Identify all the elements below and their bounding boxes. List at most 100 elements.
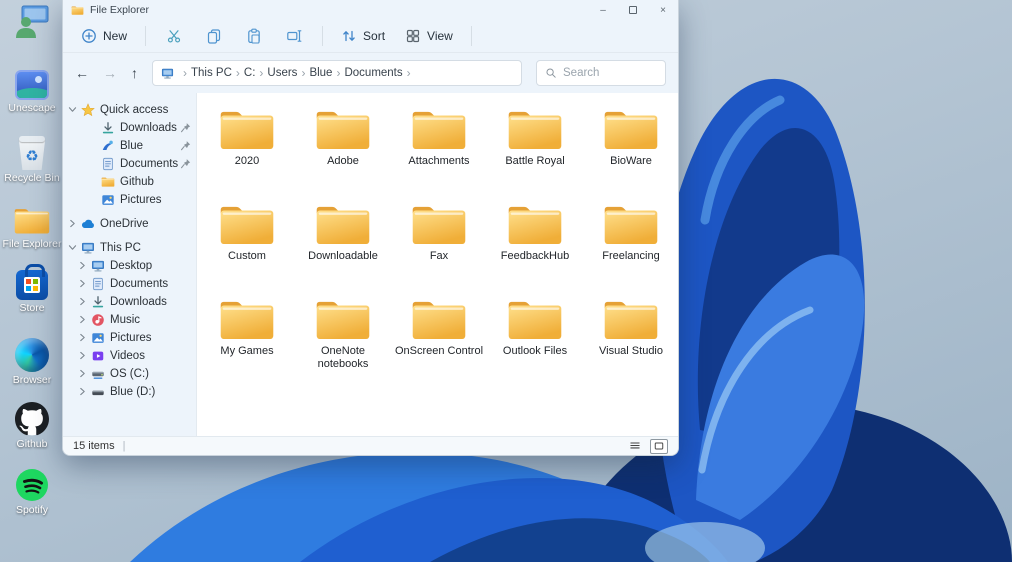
folder-tile-custom[interactable]: Custom <box>199 200 295 295</box>
address-bar[interactable]: › This PC › C: › Users › Blue › Documents › <box>152 60 522 86</box>
sidebar-item-pictures[interactable]: Pictures <box>63 191 196 209</box>
sidebar-item-label: Downloads <box>120 122 177 134</box>
folder-name: Attachments <box>408 155 470 167</box>
chevron-down-icon[interactable] <box>67 242 79 254</box>
search-input[interactable] <box>563 67 657 79</box>
store-icon <box>16 264 48 300</box>
folder-name: Visual Studio <box>598 345 663 357</box>
folder-icon <box>506 107 564 153</box>
desktop-icon-file-explorer[interactable]: File Explorer <box>0 206 64 251</box>
folder-tile-downloadable[interactable]: Downloadable <box>295 200 391 295</box>
folder-tile-outlook-files[interactable]: Outlook Files <box>487 295 583 390</box>
breadcrumb-item-users[interactable]: Users <box>267 67 297 79</box>
breadcrumb-separator: › <box>301 66 306 80</box>
view-button[interactable]: View <box>397 24 461 48</box>
sidebar-item-videos[interactable]: Videos <box>63 347 196 365</box>
folder-tile-onenote-notebooks[interactable]: OneNote notebooks <box>295 295 391 390</box>
folder-tile-2020[interactable]: 2020 <box>199 105 295 200</box>
desktop-icon-label: Github <box>16 438 48 450</box>
chevron-right-icon[interactable] <box>77 314 89 326</box>
desktop-icon-spotify[interactable]: Spotify <box>0 468 64 517</box>
folder-icon <box>506 297 564 343</box>
recycle-bin-icon: ♻ <box>17 136 47 170</box>
sort-button[interactable]: Sort <box>333 24 393 48</box>
sidebar: Quick access Downloads Blue Documents Github… <box>63 93 196 436</box>
view-grid-icon <box>406 29 420 43</box>
folder-icon <box>314 107 372 153</box>
sidebar-item-desktop[interactable]: Desktop <box>63 257 196 275</box>
folder-tile-feedbackhub[interactable]: FeedbackHub <box>487 200 583 295</box>
large-icons-view-button[interactable] <box>650 438 668 454</box>
sidebar-item-blue-d[interactable]: Blue (D:) <box>63 383 196 401</box>
folder-tile-fax[interactable]: Fax <box>391 200 487 295</box>
desktop-icon-label: Store <box>19 302 45 314</box>
details-view-button[interactable] <box>626 439 644 454</box>
folder-tile-visual-studio[interactable]: Visual Studio <box>583 295 678 390</box>
sidebar-item-downloads[interactable]: Downloads <box>63 119 196 137</box>
desktop-icon-store[interactable]: Store <box>0 264 64 315</box>
sidebar-item-label: OneDrive <box>100 218 149 230</box>
folder-icon <box>410 202 468 248</box>
monitor-icon <box>91 259 105 273</box>
folder-tile-my-games[interactable]: My Games <box>199 295 295 390</box>
up-button[interactable]: ↑ <box>131 65 138 81</box>
new-button[interactable]: New <box>73 24 135 48</box>
sidebar-item-quick-access[interactable]: Quick access <box>63 101 196 119</box>
chevron-right-icon[interactable] <box>67 218 79 230</box>
breadcrumb-item-documents[interactable]: Documents <box>344 67 402 79</box>
search-box[interactable] <box>536 60 666 86</box>
sidebar-item-label: Downloads <box>110 296 167 308</box>
chevron-right-icon[interactable] <box>77 332 89 344</box>
titlebar[interactable]: File Explorer – × <box>63 0 678 20</box>
sidebar-item-blue[interactable]: Blue <box>63 137 196 155</box>
folder-icon <box>410 107 468 153</box>
chevron-right-icon[interactable] <box>77 386 89 398</box>
folder-grid: 2020 Adobe Attachments Battle Royal BioWare C… <box>197 93 678 390</box>
rename-button[interactable] <box>276 24 312 48</box>
folder-tile-freelancing[interactable]: Freelancing <box>583 200 678 295</box>
folder-tile-onscreen-control[interactable]: OnScreen Control <box>391 295 487 390</box>
sidebar-item-label: Pictures <box>120 194 162 206</box>
toolbar-separator <box>322 26 324 46</box>
cut-button[interactable] <box>156 24 192 48</box>
close-button[interactable]: × <box>648 0 678 20</box>
chevron-right-icon[interactable] <box>77 296 89 308</box>
chevron-right-icon[interactable] <box>77 278 89 290</box>
desktop-icon-unescape[interactable]: Unescape <box>0 70 64 115</box>
back-button[interactable]: ← <box>75 65 89 81</box>
breadcrumb-item-c[interactable]: C: <box>244 67 256 79</box>
sidebar-item-documents[interactable]: Documents <box>63 155 196 173</box>
folder-tile-attachments[interactable]: Attachments <box>391 105 487 200</box>
pin-icon <box>180 140 192 152</box>
paste-button[interactable] <box>236 24 272 48</box>
desktop-icon-browser[interactable]: Browser <box>0 338 64 387</box>
folder-tile-battle-royal[interactable]: Battle Royal <box>487 105 583 200</box>
window-folder-icon <box>71 5 84 16</box>
minimize-button[interactable]: – <box>588 0 618 20</box>
sidebar-item-pictures[interactable]: Pictures <box>63 329 196 347</box>
chevron-right-icon[interactable] <box>77 350 89 362</box>
desktop-icon-github[interactable]: Github <box>0 402 64 451</box>
sidebar-item-documents[interactable]: Documents <box>63 275 196 293</box>
sidebar-item-os-c[interactable]: OS (C:) <box>63 365 196 383</box>
maximize-button[interactable] <box>618 0 648 20</box>
sidebar-item-onedrive[interactable]: OneDrive <box>63 215 196 233</box>
sidebar-item-downloads[interactable]: Downloads <box>63 293 196 311</box>
breadcrumb-item-blue[interactable]: Blue <box>309 67 332 79</box>
chevron-down-icon[interactable] <box>67 104 79 116</box>
breadcrumb-item-this-pc[interactable]: This PC <box>191 67 232 79</box>
copy-button[interactable] <box>196 24 232 48</box>
sidebar-item-music[interactable]: Music <box>63 311 196 329</box>
chevron-right-icon[interactable] <box>77 260 89 272</box>
folder-tile-adobe[interactable]: Adobe <box>295 105 391 200</box>
folder-icon <box>506 202 564 248</box>
sidebar-item-label: Music <box>110 314 141 326</box>
view-button-label: View <box>427 29 453 43</box>
sidebar-item-this-pc[interactable]: This PC <box>63 239 196 257</box>
desktop-icon-recycle-bin[interactable]: ♻ Recycle Bin <box>0 136 64 185</box>
sidebar-item-github[interactable]: Github <box>63 173 196 191</box>
forward-button[interactable]: → <box>103 65 117 81</box>
desktop-icon-user-pc[interactable] <box>0 4 64 40</box>
folder-tile-bioware[interactable]: BioWare <box>583 105 678 200</box>
chevron-right-icon[interactable] <box>77 368 89 380</box>
